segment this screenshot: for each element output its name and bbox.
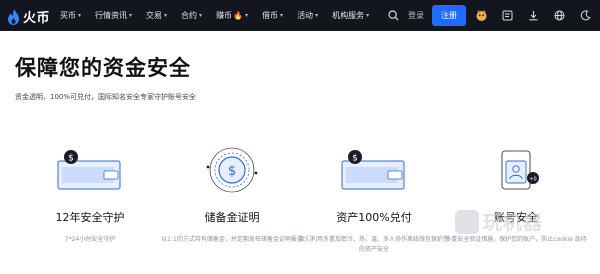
- menu-item-markets[interactable]: 行情资讯 ▾: [95, 10, 132, 21]
- language-globe-icon[interactable]: [552, 9, 566, 23]
- menu-item-buy[interactable]: 买币 ▾: [60, 10, 81, 21]
- menu-item-events[interactable]: 活动 ▾: [297, 10, 318, 21]
- feature-proof-of-reserves: $ 储备金证明 以1:1的方式持有储备金，并定期发布储备金证明报告: [157, 145, 307, 245]
- chevron-down-icon: ▾: [315, 12, 319, 19]
- feature-title: 资产100%兑付: [336, 211, 412, 224]
- chevron-down-icon: ▾: [280, 12, 284, 19]
- feature-title: 12年安全守护: [55, 211, 125, 224]
- watermark-logo-icon: [455, 209, 479, 234]
- watermark: 玩机器: [455, 208, 543, 235]
- svg-text:$: $: [68, 154, 74, 164]
- id-card-shield-icon: +0: [501, 150, 539, 190]
- feature-description: 以1:1的方式持有储备金，并定期发布储备金证明报告: [161, 236, 303, 243]
- chevron-down-icon: ▾: [366, 12, 370, 19]
- feature-full-redemption: $ 资产100%兑付 我们利用多重加密冷、热、温、多人协作离线钱包保护您的资产安…: [299, 145, 449, 255]
- menu-item-trade[interactable]: 交易 ▾: [146, 10, 167, 21]
- chevron-down-icon: ▾: [78, 12, 82, 19]
- wallet-card-icon: $: [341, 150, 405, 190]
- chevron-down-icon: ▾: [245, 12, 249, 19]
- feature-description: 7*24小时安全守护: [64, 236, 116, 243]
- download-icon[interactable]: [526, 9, 540, 23]
- page-title: 保障您的资金安全: [15, 56, 191, 80]
- mascot-avatar-icon[interactable]: [474, 9, 488, 23]
- feature-description: 多重安全验证措施，保护您的账户，防止cookie 劫持: [445, 236, 587, 243]
- wallet-card-icon: $: [57, 150, 121, 190]
- login-link[interactable]: 登录: [408, 10, 424, 21]
- page-subtitle: 资金透明，100%可兑付，国际知名安全专家守护账号安全: [15, 93, 197, 101]
- feature-description: 我们利用多重加密冷、热、温、多人协作离线钱包保护您的资产安全: [299, 236, 450, 253]
- orders-icon[interactable]: [500, 9, 514, 23]
- reserve-coin-icon: $: [206, 147, 258, 193]
- theme-moon-icon[interactable]: [578, 9, 592, 23]
- brand-logo[interactable]: 火币: [7, 7, 50, 26]
- feature-title: 储备金证明: [204, 211, 260, 224]
- fire-icon: 🔥: [233, 11, 244, 20]
- flame-logo-icon: [8, 8, 19, 25]
- menu-item-futures[interactable]: 合约 ▾: [181, 10, 202, 21]
- brand-name: 火币: [23, 11, 51, 26]
- main-menu: 买币 ▾ 行情资讯 ▾ 交易 ▾ 合约 ▾ 赚币 🔥 ▾ 借币 ▾ 活动 ▾ 机构服务 ▾: [60, 0, 383, 31]
- menu-item-loan[interactable]: 借币 ▾: [262, 10, 283, 21]
- chevron-down-icon: ▾: [129, 12, 133, 19]
- svg-text:+0: +0: [529, 177, 536, 183]
- chevron-down-icon: ▾: [199, 12, 203, 19]
- svg-text:$: $: [228, 164, 236, 179]
- chevron-down-icon: ▾: [164, 12, 168, 19]
- menu-item-institutional[interactable]: 机构服务 ▾: [332, 10, 369, 21]
- svg-text:$: $: [352, 154, 358, 164]
- search-icon[interactable]: [386, 9, 400, 23]
- menu-item-earn[interactable]: 赚币 🔥 ▾: [216, 10, 248, 21]
- top-nav: 火币 买币 ▾ 行情资讯 ▾ 交易 ▾ 合约 ▾ 赚币 🔥 ▾ 借币 ▾ 活动 ▾ 机构服务 ▾ …: [0, 0, 600, 31]
- register-button[interactable]: 注册: [432, 5, 466, 26]
- nav-actions: 登录 注册: [386, 0, 600, 31]
- watermark-text: 玩机器: [483, 212, 544, 234]
- feature-security-years: $ 12年安全守护 7*24小时安全守护: [15, 145, 165, 245]
